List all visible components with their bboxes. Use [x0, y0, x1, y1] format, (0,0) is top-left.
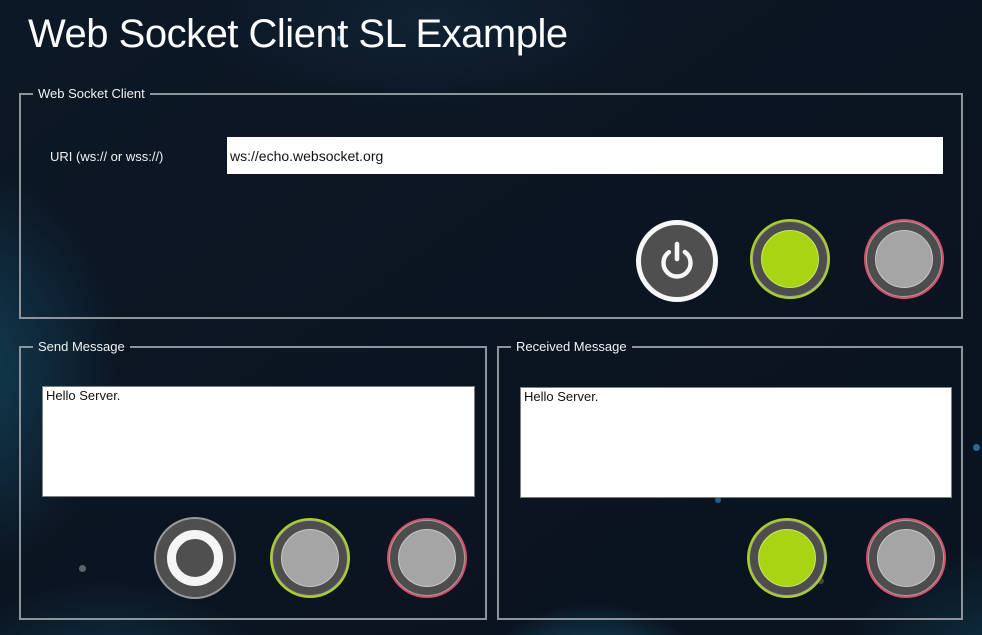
- receive-error-led: [869, 521, 943, 595]
- message-sent-led: [273, 521, 347, 595]
- websocket-client-group: Web Socket Client URI (ws:// or wss://): [19, 86, 963, 319]
- power-icon: [654, 238, 700, 284]
- send-message-textarea[interactable]: Hello Server.: [42, 386, 475, 497]
- uri-input[interactable]: [227, 137, 943, 174]
- received-message-group-legend: Received Message: [511, 339, 632, 354]
- send-message-group: Send Message Hello Server.: [19, 339, 487, 620]
- received-message-textarea[interactable]: Hello Server.: [520, 387, 952, 498]
- connection-error-led: [867, 222, 941, 296]
- websocket-client-group-legend: Web Socket Client: [33, 86, 150, 101]
- send-error-led: [390, 521, 464, 595]
- connect-power-button[interactable]: [636, 220, 718, 302]
- received-message-group: Received Message Hello Server.: [497, 339, 963, 620]
- uri-label: URI (ws:// or wss://): [50, 149, 163, 164]
- send-button[interactable]: [156, 519, 234, 597]
- app-window: Web Socket Client SL Example Web Socket …: [0, 0, 982, 635]
- message-received-led: [750, 521, 824, 595]
- send-message-group-legend: Send Message: [33, 339, 130, 354]
- ring-icon: [167, 530, 223, 586]
- connected-led: [753, 222, 827, 296]
- background-dot: [973, 444, 980, 451]
- page-title: Web Socket Client SL Example: [28, 10, 568, 58]
